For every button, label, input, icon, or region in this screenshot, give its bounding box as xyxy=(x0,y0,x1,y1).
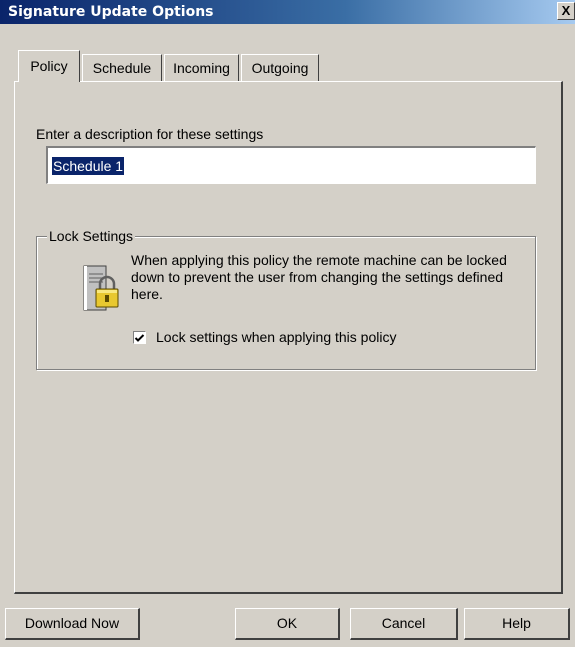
description-input[interactable]: Schedule 1 xyxy=(46,146,536,184)
description-label: Enter a description for these settings xyxy=(36,126,264,142)
close-button[interactable]: X xyxy=(557,2,575,20)
tab-policy-label: Policy xyxy=(30,58,68,74)
lock-settings-checkbox-label: Lock settings when applying this policy xyxy=(156,329,397,345)
tab-incoming[interactable]: Incoming xyxy=(164,54,239,81)
checkmark-icon xyxy=(134,334,145,342)
tab-incoming-label: Incoming xyxy=(173,60,230,76)
lock-description: When applying this policy the remote mac… xyxy=(131,252,507,302)
lock-settings-title: Lock Settings xyxy=(47,228,136,244)
tab-outgoing[interactable]: Outgoing xyxy=(241,54,319,81)
tab-outgoing-label: Outgoing xyxy=(251,60,309,76)
download-now-button[interactable]: Download Now xyxy=(5,608,140,640)
window-title: Signature Update Options xyxy=(8,4,214,20)
tab-policy[interactable]: Policy xyxy=(18,50,80,82)
help-button[interactable]: Help xyxy=(464,608,570,640)
computer-lock-icon xyxy=(83,265,119,311)
description-value: Schedule 1 xyxy=(52,157,125,175)
tab-schedule[interactable]: Schedule xyxy=(82,54,162,81)
title-bar: Signature Update Options X xyxy=(0,0,575,24)
cancel-button[interactable]: Cancel xyxy=(350,608,458,640)
lock-settings-checkbox[interactable] xyxy=(133,331,146,344)
ok-button[interactable]: OK xyxy=(235,608,340,640)
tab-schedule-label: Schedule xyxy=(92,60,152,76)
